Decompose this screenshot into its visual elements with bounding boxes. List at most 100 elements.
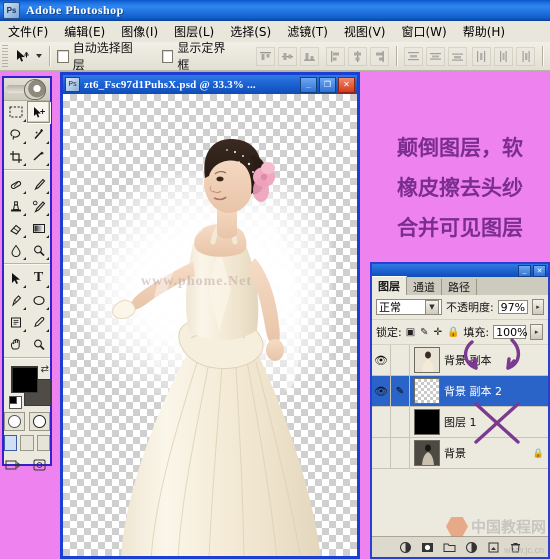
lock-transparent-pixels-icon[interactable]: ▣: [406, 327, 415, 338]
pen-tool[interactable]: [4, 289, 27, 311]
eyedropper-tool[interactable]: [27, 311, 50, 333]
marquee-tool[interactable]: [4, 101, 27, 123]
align-bottom-edges-icon[interactable]: [300, 47, 319, 66]
menu-item-select[interactable]: 选择(S): [222, 21, 279, 42]
jump-to-imageready-icon[interactable]: [4, 456, 25, 474]
layer-visibility-toggle[interactable]: [372, 407, 391, 437]
foreground-color-swatch[interactable]: [11, 366, 38, 393]
path-selection-tool[interactable]: [4, 267, 27, 289]
tab-channels[interactable]: 通道: [407, 279, 442, 295]
layer-row-background-copy-2[interactable]: 👁 ✎ 背景 副本 2: [372, 376, 548, 407]
options-bar-grip[interactable]: [2, 45, 8, 67]
toolbox-divider-3: [4, 357, 50, 359]
slice-tool[interactable]: [27, 145, 50, 167]
lock-position-icon[interactable]: ✛: [434, 327, 442, 338]
zoom-tool[interactable]: [27, 333, 50, 355]
toolbox-header[interactable]: [4, 78, 50, 101]
menu-item-filter[interactable]: 滤镜(T): [279, 21, 336, 42]
layer-link-toggle[interactable]: [391, 438, 410, 468]
magic-wand-tool[interactable]: [27, 123, 50, 145]
move-tool[interactable]: [27, 101, 50, 123]
lock-image-pixels-icon[interactable]: ✎: [420, 327, 428, 338]
align-left-edges-icon[interactable]: [326, 47, 345, 66]
distribute-right-edges-icon[interactable]: [516, 47, 535, 66]
align-vertical-group: [256, 47, 319, 66]
tab-layers[interactable]: 图层: [372, 276, 407, 295]
opacity-value[interactable]: 97%: [498, 300, 528, 314]
layer-row-background[interactable]: 背景 🔒: [372, 438, 548, 469]
imageready-icon[interactable]: [30, 456, 51, 474]
hand-tool[interactable]: [4, 333, 27, 355]
new-group-icon[interactable]: [443, 541, 456, 554]
restore-button[interactable]: ❐: [319, 77, 336, 93]
lasso-tool[interactable]: [4, 123, 27, 145]
eye-icon: 👁: [374, 354, 388, 367]
distribute-top-edges-icon[interactable]: [404, 47, 423, 66]
align-right-edges-icon[interactable]: [370, 47, 389, 66]
palette-close-button[interactable]: ✕: [533, 265, 546, 277]
crop-tool[interactable]: [4, 145, 27, 167]
minimize-button[interactable]: _: [300, 77, 317, 93]
swap-colors-icon[interactable]: ⇄: [41, 364, 49, 375]
distribute-vertical-centers-icon[interactable]: [426, 47, 445, 66]
menu-item-file[interactable]: 文件(F): [0, 21, 56, 42]
opacity-slider-chevron-icon[interactable]: ▸: [532, 299, 544, 315]
move-tool-icon[interactable]: [11, 45, 34, 67]
quick-mask-mode-button[interactable]: [29, 412, 50, 431]
layer-link-toggle[interactable]: [391, 345, 410, 375]
lock-all-icon[interactable]: 🔒: [447, 327, 459, 338]
blend-mode-chevron-down-icon[interactable]: ▼: [425, 300, 439, 315]
adjustment-layer-icon[interactable]: [465, 541, 478, 554]
history-brush-tool[interactable]: [27, 195, 50, 217]
brush-tool[interactable]: [27, 173, 50, 195]
fill-value[interactable]: 100%: [493, 325, 526, 339]
dodge-tool[interactable]: [27, 239, 50, 261]
eraser-tool[interactable]: [4, 217, 27, 239]
auto-select-layer-checkbox[interactable]: [57, 50, 69, 63]
layer-row-layer-1[interactable]: 图层 1: [372, 407, 548, 438]
layer-visibility-toggle[interactable]: 👁: [372, 345, 391, 375]
show-bounding-box-checkbox[interactable]: [162, 50, 174, 63]
clone-stamp-tool[interactable]: [4, 195, 27, 217]
align-vertical-centers-icon[interactable]: [278, 47, 297, 66]
full-screen-with-menubar-mode-button[interactable]: [20, 435, 33, 451]
palette-minimize-button[interactable]: _: [518, 265, 531, 277]
tab-paths[interactable]: 路径: [442, 279, 477, 295]
standard-screen-mode-button[interactable]: [4, 435, 17, 451]
tool-preset-chevron-down-icon[interactable]: [36, 54, 42, 58]
close-button[interactable]: ✕: [338, 77, 355, 93]
distribute-bottom-edges-icon[interactable]: [448, 47, 467, 66]
menu-item-view[interactable]: 视图(V): [336, 21, 394, 42]
default-colors-icon[interactable]: [9, 396, 22, 409]
layer-link-toggle[interactable]: [391, 407, 410, 437]
blend-mode-select[interactable]: 正常 ▼: [376, 299, 442, 315]
healing-brush-tool[interactable]: [4, 173, 27, 195]
menu-item-window[interactable]: 窗口(W): [393, 21, 454, 42]
layer-link-toggle[interactable]: ✎: [391, 376, 410, 406]
layer-mask-icon[interactable]: [421, 541, 434, 554]
menu-item-help[interactable]: 帮助(H): [455, 21, 513, 42]
layer-visibility-toggle[interactable]: 👁: [372, 376, 391, 406]
auto-select-layer-option[interactable]: 自动选择图层: [57, 39, 136, 73]
document-window: Ps zt6_Fsc97d1PuhsX.psd @ 33.3% ... _ ❐ …: [60, 72, 360, 559]
layer-row-background-copy[interactable]: 👁 背景 副本: [372, 345, 548, 376]
document-canvas[interactable]: www.phome.Net: [63, 94, 357, 556]
layer-visibility-toggle[interactable]: [372, 438, 391, 468]
gradient-tool[interactable]: [27, 217, 50, 239]
distribute-left-edges-icon[interactable]: [472, 47, 491, 66]
distribute-horizontal-centers-icon[interactable]: [494, 47, 513, 66]
shape-tool[interactable]: [27, 289, 50, 311]
standard-mask-mode-button[interactable]: [4, 412, 25, 431]
layer-style-icon[interactable]: [399, 541, 412, 554]
fill-slider-chevron-icon[interactable]: ▸: [530, 324, 543, 340]
full-screen-mode-button[interactable]: [37, 435, 50, 451]
blur-tool[interactable]: [4, 239, 27, 261]
show-bounding-box-option[interactable]: 显示定界框: [162, 39, 230, 73]
align-horizontal-centers-icon[interactable]: [348, 47, 367, 66]
lock-fill-row: 锁定: ▣ ✎ ✛ 🔒 填充: 100% ▸: [372, 320, 548, 345]
document-title-bar[interactable]: Ps zt6_Fsc97d1PuhsX.psd @ 33.3% ... _ ❐ …: [63, 75, 357, 94]
new-layer-icon[interactable]: [487, 541, 500, 554]
notes-tool[interactable]: [4, 311, 27, 333]
type-tool[interactable]: T: [27, 267, 50, 289]
align-top-edges-icon[interactable]: [256, 47, 275, 66]
